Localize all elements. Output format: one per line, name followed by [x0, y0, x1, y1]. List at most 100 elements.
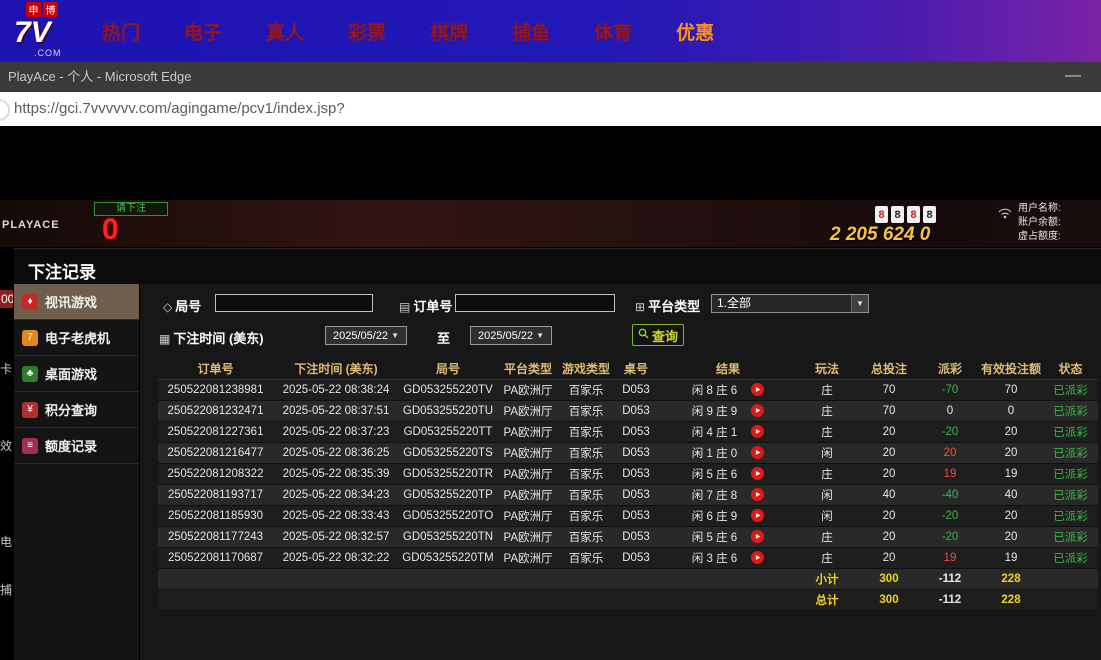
result-text: 闲 8 庄 6: [692, 382, 737, 398]
cell-round: GD053255220TM: [399, 547, 497, 568]
empty-cell: [399, 568, 497, 589]
replay-play-icon[interactable]: ▶: [751, 467, 764, 480]
cell-game: 百家乐: [559, 421, 613, 442]
sidebar-item-label: 积分查询: [45, 400, 97, 419]
replay-play-icon[interactable]: ▶: [751, 446, 764, 459]
cell-time: 2025-05-22 08:32:57: [273, 526, 399, 547]
result-wrap: 闲 7 庄 8 ▶: [659, 487, 797, 503]
cell-valid-bet: 20: [979, 421, 1043, 442]
replay-play-icon[interactable]: ▶: [751, 509, 764, 522]
site-logo[interactable]: 申 博 7V .COM: [14, 2, 88, 60]
cell-table: D053: [613, 379, 659, 400]
cell-total-bet: 70: [857, 400, 921, 421]
cell-game: 百家乐: [559, 484, 613, 505]
result-text: 闲 3 庄 6: [692, 550, 737, 566]
table-row: 2505220811859302025-05-22 08:33:43GD0532…: [158, 505, 1098, 526]
nav-item[interactable]: 热门: [102, 18, 140, 45]
cell-status: 已派彩: [1043, 505, 1098, 526]
cell-game: 百家乐: [559, 463, 613, 484]
cell-order_id: 250522081177243: [158, 526, 273, 547]
empty-cell: [273, 589, 399, 610]
cell-table: D053: [613, 505, 659, 526]
cell-play: 庄: [797, 547, 857, 568]
column-header: 游戏类型: [559, 358, 613, 379]
chevron-down-icon[interactable]: ▼: [851, 295, 868, 312]
sidebar-item[interactable]: ♣ 桌面游戏: [14, 356, 139, 392]
nav-item[interactable]: 电子: [184, 18, 222, 45]
replay-play-icon[interactable]: ▶: [751, 425, 764, 438]
sidebar-item[interactable]: 7电子老虎机: [14, 320, 139, 356]
column-header: 桌号: [613, 358, 659, 379]
cell-platform: PA欧洲厅: [497, 526, 559, 547]
sidebar-item[interactable]: ¥积分查询: [14, 392, 139, 428]
nav-item[interactable]: 彩票: [348, 18, 386, 45]
date-from-select[interactable]: 2025/05/22 ▼: [325, 326, 407, 345]
platform-select[interactable]: 1.全部 ▼: [711, 294, 869, 313]
logo-badges: 申 博: [26, 2, 88, 17]
nav-item[interactable]: 真人: [266, 18, 304, 45]
cell-result: 闲 5 庄 6 ▶: [659, 526, 797, 547]
logo-main-text: 7V: [14, 17, 88, 49]
column-header: 总投注: [857, 358, 921, 379]
replay-play-icon[interactable]: ▶: [751, 551, 764, 564]
empty-cell: [613, 589, 659, 610]
result-text: 闲 7 庄 8: [692, 487, 737, 503]
playing-card: 8: [891, 206, 904, 223]
sidebar-item-label: 桌面游戏: [45, 364, 97, 383]
result-wrap: 闲 6 庄 9▶: [659, 508, 797, 524]
result-text: 闲 1 庄 0: [692, 445, 737, 461]
url-text[interactable]: https://gci.7vvvvvv.com/agingame/pcv1/in…: [14, 100, 345, 117]
column-header: 订单号: [158, 358, 273, 379]
cell-total-bet: 70: [857, 379, 921, 400]
cell-result: 闲 1 庄 0 ▶: [659, 442, 797, 463]
empty-cell: [1043, 589, 1098, 610]
minimize-button[interactable]: —: [1065, 62, 1081, 90]
sidebar-item[interactable]: ♦视讯游戏: [14, 284, 139, 320]
cell-valid-bet: 20: [979, 442, 1043, 463]
cell-total-bet: 20: [857, 526, 921, 547]
cell-play: 闲: [797, 442, 857, 463]
cell-platform: PA欧洲厅: [497, 442, 559, 463]
replay-play-icon[interactable]: ▶: [751, 383, 764, 396]
address-bar[interactable]: https://gci.7vvvvvv.com/agingame/pcv1/in…: [0, 92, 1101, 126]
nav-item[interactable]: 体育: [594, 18, 632, 45]
result-text: 闲 9 庄 9: [692, 403, 737, 419]
cell-total-bet: 40: [857, 484, 921, 505]
empty-cell: [559, 589, 613, 610]
result-text: 闲 5 庄 6: [692, 529, 737, 545]
cell-order_id: 250522081208322: [158, 463, 273, 484]
cell-round: GD053255220TP: [399, 484, 497, 505]
table-header-row: 订单号下注时间 (美东)局号平台类型游戏类型桌号结果玩法总投注派彩有效投注额状态: [158, 358, 1098, 379]
chevron-down-icon: ▼: [391, 331, 399, 340]
cell-game: 百家乐: [559, 442, 613, 463]
cell-payout: -20: [921, 505, 979, 526]
totals-label: 小计: [797, 568, 857, 589]
nav-item[interactable]: 捕鱼: [512, 18, 550, 45]
logo-badge-left: 申: [26, 2, 41, 17]
empty-cell: [399, 589, 497, 610]
replay-play-icon[interactable]: ▶: [751, 404, 764, 417]
cell-platform: PA欧洲厅: [497, 400, 559, 421]
cell-round: GD053255220TV: [399, 379, 497, 400]
cell-payout: -20: [921, 421, 979, 442]
nav-item[interactable]: 优惠: [676, 18, 714, 45]
order-input[interactable]: [455, 294, 615, 312]
date-to-select[interactable]: 2025/05/22 ▼: [470, 326, 552, 345]
bet-amount-text: 0: [102, 213, 119, 247]
table-game-icon: ♣: [22, 366, 38, 382]
nav-item[interactable]: 棋牌: [430, 18, 468, 45]
replay-play-icon[interactable]: ▶: [751, 530, 764, 543]
cell-valid-bet: 0: [979, 400, 1043, 421]
sidebar-item[interactable]: ≡额度记录: [14, 428, 139, 464]
cell-time: 2025-05-22 08:38:24: [273, 379, 399, 400]
address-bar-circle-icon: [0, 99, 10, 121]
round-input[interactable]: [215, 294, 373, 312]
search-button[interactable]: 查询: [632, 324, 684, 346]
cell-platform: PA欧洲厅: [497, 379, 559, 400]
account-label: 账户余额:: [1018, 216, 1061, 230]
cell-table: D053: [613, 400, 659, 421]
result-wrap: 闲 3 庄 6 ▶: [659, 550, 797, 566]
replay-play-icon[interactable]: ▶: [751, 488, 764, 501]
cell-valid-bet: 19: [979, 463, 1043, 484]
cell-play: 庄: [797, 421, 857, 442]
